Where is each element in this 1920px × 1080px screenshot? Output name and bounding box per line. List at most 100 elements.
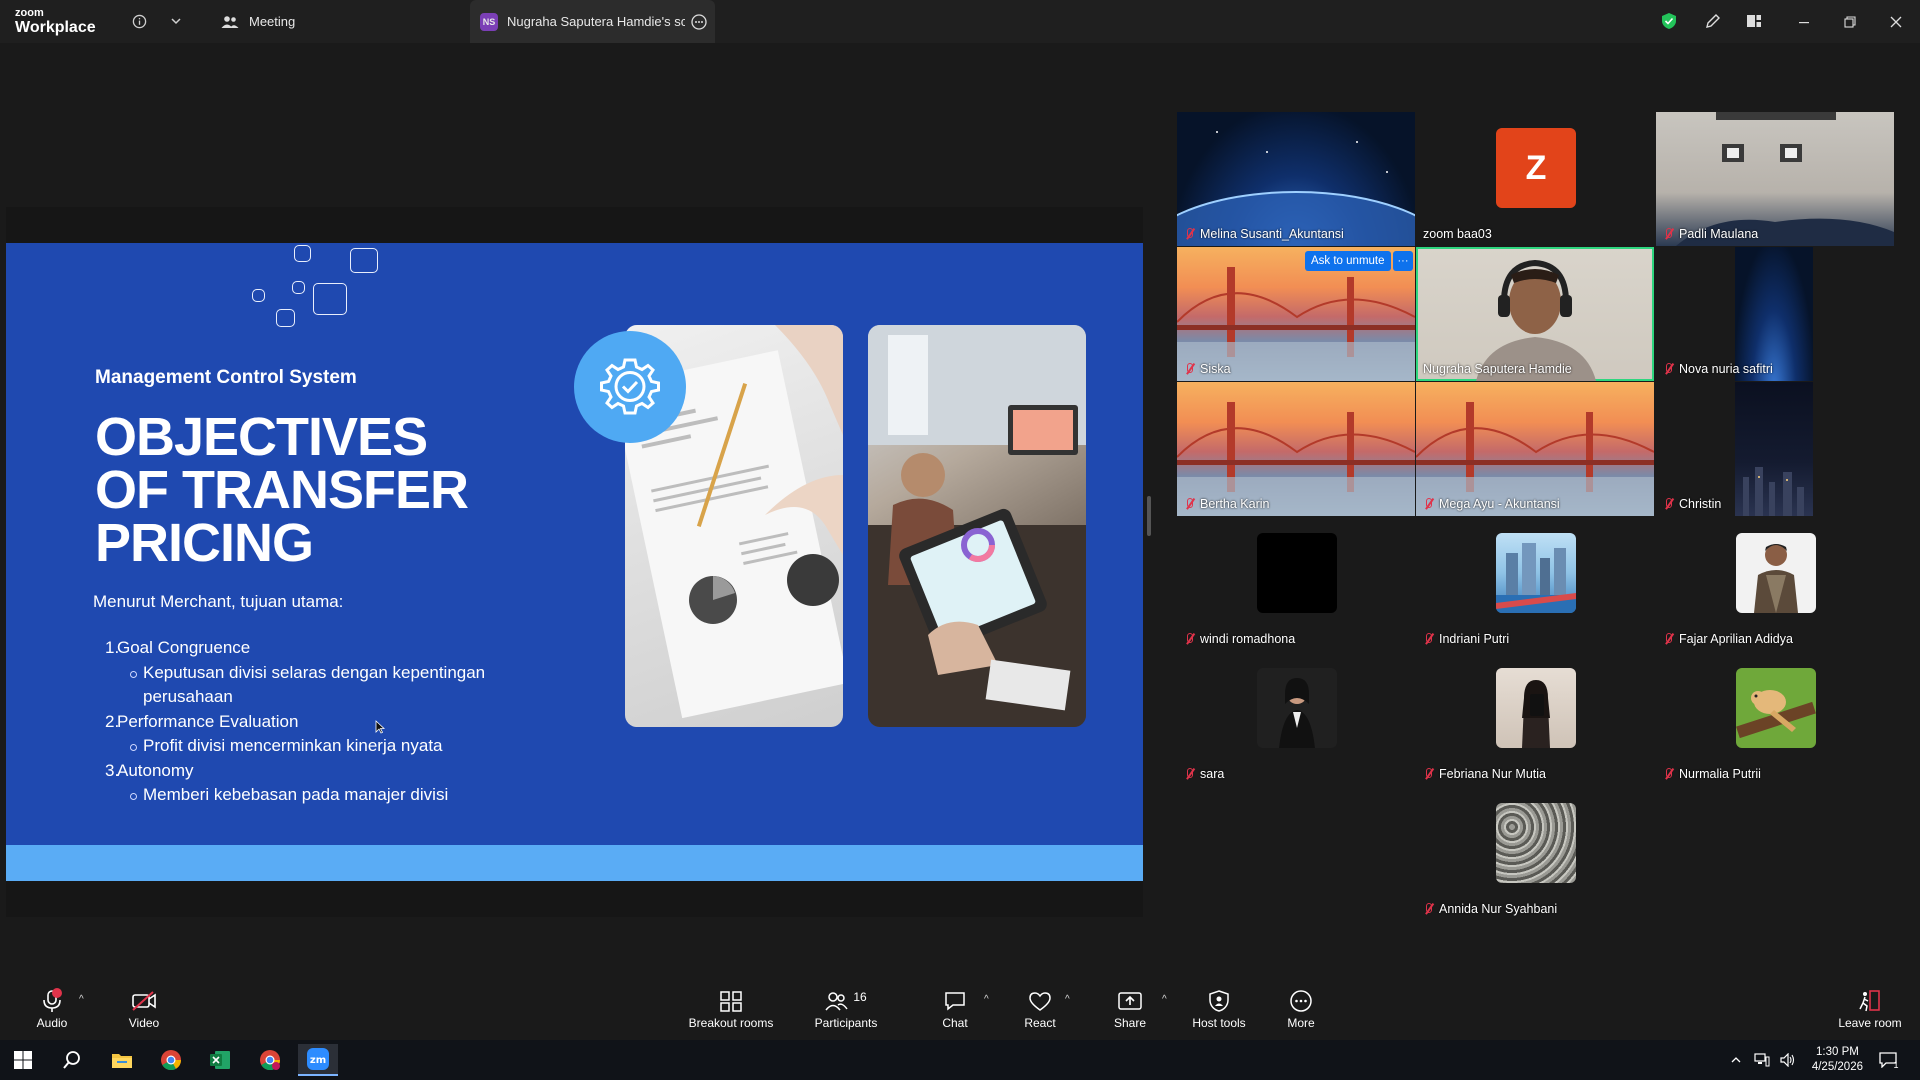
audio-options-chevron-icon[interactable]: ^ <box>79 994 84 1005</box>
participant-tile[interactable]: sara <box>1177 652 1415 786</box>
restore-icon[interactable] <box>1838 10 1862 34</box>
active-speaker-tile[interactable]: Nugraha Saputera Hamdie <box>1416 247 1654 381</box>
objective-item: 2.Performance Evaluation <box>105 711 299 731</box>
participant-tile[interactable]: Mega Ayu - Akuntansi <box>1416 382 1654 516</box>
breakout-grid-icon <box>719 986 743 1016</box>
more-dots-icon <box>1289 986 1313 1016</box>
host-tools-label: Host tools <box>1192 1016 1246 1030</box>
svg-text:zm: zm <box>310 1055 326 1066</box>
leave-door-icon <box>1857 986 1883 1016</box>
ask-to-unmute-button[interactable]: Ask to unmute <box>1305 251 1391 271</box>
muted-mic-icon <box>1184 498 1194 510</box>
leave-label: Leave room <box>1838 1016 1902 1030</box>
mouse-cursor <box>375 720 386 739</box>
objectives-list: 1.Goal Congruence Keputusan divisi selar… <box>105 636 565 808</box>
share-options-chevron-icon[interactable]: ^ <box>1162 994 1167 1005</box>
breakout-rooms-button[interactable]: Breakout rooms <box>686 986 776 1038</box>
host-tools-button[interactable]: Host tools <box>1174 986 1264 1038</box>
panel-splitter-handle[interactable] <box>1147 496 1151 536</box>
meeting-toolbar: Audio ^ Video Breakout rooms 16 Particip… <box>0 980 1920 1040</box>
participants-count: 16 <box>853 990 867 1004</box>
participant-tile[interactable]: Z zoom baa03 <box>1416 112 1654 246</box>
muted-mic-icon <box>1663 228 1673 240</box>
tab-meeting[interactable]: Meeting <box>215 0 455 43</box>
more-button[interactable]: More <box>1256 986 1346 1038</box>
profile-picture <box>1496 533 1576 613</box>
system-clock[interactable]: 1:30 PM 4/25/2026 <box>1812 1045 1863 1075</box>
audio-alert-badge <box>52 988 62 998</box>
participants-button[interactable]: 16 Participants <box>801 986 891 1038</box>
muted-mic-icon <box>1423 633 1433 645</box>
participant-name: Indriani Putri <box>1423 632 1509 646</box>
screen-share-view: Management Control System OBJECTIVES OF … <box>0 43 1160 980</box>
participant-name: Padli Maulana <box>1663 227 1758 241</box>
tab-screen-share[interactable]: NS Nugraha Saputera Hamdie's scree <box>470 0 715 43</box>
participant-tile[interactable]: Ask to unmute ··· Siska <box>1177 247 1415 381</box>
security-shield-icon[interactable] <box>1656 8 1682 34</box>
participant-tile[interactable]: Annida Nur Syahbani <box>1416 787 1654 921</box>
participant-name: Melina Susanti_Akuntansi <box>1184 227 1344 241</box>
participant-tile[interactable]: windi romadhona <box>1177 517 1415 651</box>
participant-tile[interactable]: Bertha Karin <box>1177 382 1415 516</box>
participant-tile[interactable]: Nurmalia Putrii <box>1656 652 1894 786</box>
annotate-pen-icon[interactable] <box>1700 8 1726 34</box>
volume-icon[interactable] <box>1776 1044 1800 1076</box>
chat-options-chevron-icon[interactable]: ^ <box>984 994 989 1005</box>
participant-tile[interactable]: Melina Susanti_Akuntansi <box>1177 112 1415 246</box>
react-button[interactable]: React <box>995 986 1085 1038</box>
notification-center-icon[interactable]: 1 <box>1872 1044 1906 1076</box>
close-icon[interactable] <box>1884 10 1908 34</box>
leave-room-button[interactable]: Leave room <box>1825 986 1915 1038</box>
react-label: React <box>1024 1016 1056 1030</box>
letter-avatar: Z <box>1496 128 1576 208</box>
participant-tile[interactable]: Indriani Putri <box>1416 517 1654 651</box>
decor-square <box>313 283 347 315</box>
windows-start-icon[interactable] <box>3 1044 43 1076</box>
participant-name: Mega Ayu - Akuntansi <box>1423 497 1560 511</box>
chrome-icon[interactable] <box>151 1044 191 1076</box>
decor-square <box>294 245 311 262</box>
objective-detail: Profit divisi mencerminkan kinerja nyata <box>105 734 565 759</box>
decor-square <box>276 309 295 327</box>
decor-square <box>350 248 378 273</box>
participant-tile[interactable]: Nova nuria safitri <box>1656 247 1894 381</box>
tray-chevron-up-icon[interactable] <box>1724 1044 1748 1076</box>
objective-item: 3.Autonomy <box>105 760 194 780</box>
participant-name: Nova nuria safitri <box>1663 362 1773 376</box>
meeting-info-icon[interactable] <box>126 8 152 34</box>
chrome-profile-icon[interactable] <box>250 1044 290 1076</box>
participant-tile[interactable]: Padli Maulana <box>1656 112 1894 246</box>
video-button[interactable]: Video <box>99 986 189 1038</box>
muted-mic-icon <box>1663 768 1673 780</box>
more-options-icon[interactable]: ··· <box>1393 251 1413 271</box>
muted-mic-icon <box>1663 633 1673 645</box>
video-label: Video <box>128 1016 160 1030</box>
windows-taskbar: zm 1:30 PM 4/25/2026 1 <box>0 1040 1920 1080</box>
muted-mic-icon <box>1184 363 1194 375</box>
breakout-label: Breakout rooms <box>688 1016 774 1030</box>
chat-bubble-icon <box>943 986 967 1016</box>
zoom-taskbar-icon[interactable]: zm <box>298 1044 338 1076</box>
participant-tile[interactable]: Christin <box>1656 382 1894 516</box>
chevron-down-icon[interactable] <box>163 8 189 34</box>
tab-options-icon[interactable] <box>691 13 707 30</box>
view-layout-icon[interactable] <box>1741 8 1767 34</box>
slide-intro: Menurut Merchant, tujuan utama: <box>93 592 344 611</box>
minimize-icon[interactable] <box>1792 10 1816 34</box>
file-explorer-icon[interactable] <box>102 1044 142 1076</box>
excel-icon[interactable] <box>200 1044 240 1076</box>
react-options-chevron-icon[interactable]: ^ <box>1065 994 1070 1005</box>
participant-tile[interactable]: Febriana Nur Mutia <box>1416 652 1654 786</box>
audio-label: Audio <box>36 1016 68 1030</box>
network-icon[interactable] <box>1750 1044 1774 1076</box>
participant-name: windi romadhona <box>1184 632 1295 646</box>
shared-slide: Management Control System OBJECTIVES OF … <box>6 207 1143 917</box>
search-icon[interactable] <box>52 1044 92 1076</box>
video-off-icon <box>131 986 157 1016</box>
participant-name: Fajar Aprilian Adidya <box>1663 632 1793 646</box>
logo-line-2: Workplace <box>15 19 96 36</box>
participant-name: Nurmalia Putrii <box>1663 767 1761 781</box>
participant-tile[interactable]: Fajar Aprilian Adidya <box>1656 517 1894 651</box>
muted-mic-icon <box>1184 768 1194 780</box>
tab-share-label: Nugraha Saputera Hamdie's scree <box>507 14 685 29</box>
